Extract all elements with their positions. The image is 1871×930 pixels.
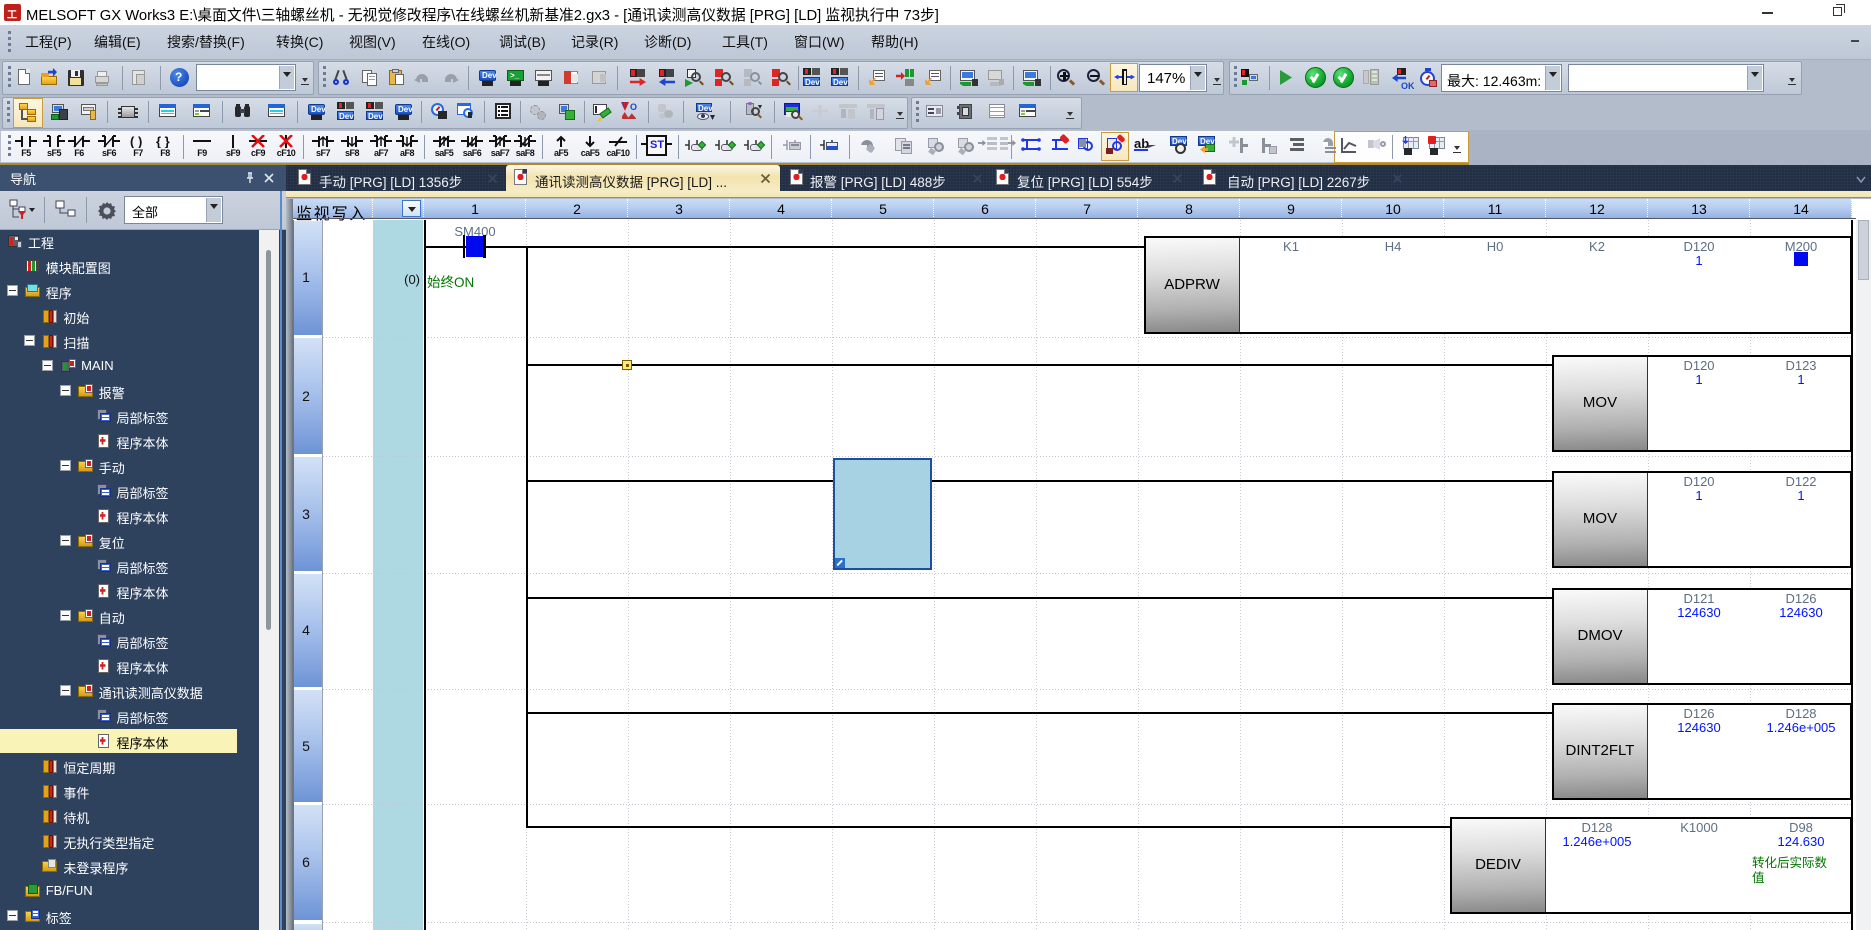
svg-text:( ): ( ) [130,135,142,148]
svg-text:{ }: { } [156,135,170,148]
